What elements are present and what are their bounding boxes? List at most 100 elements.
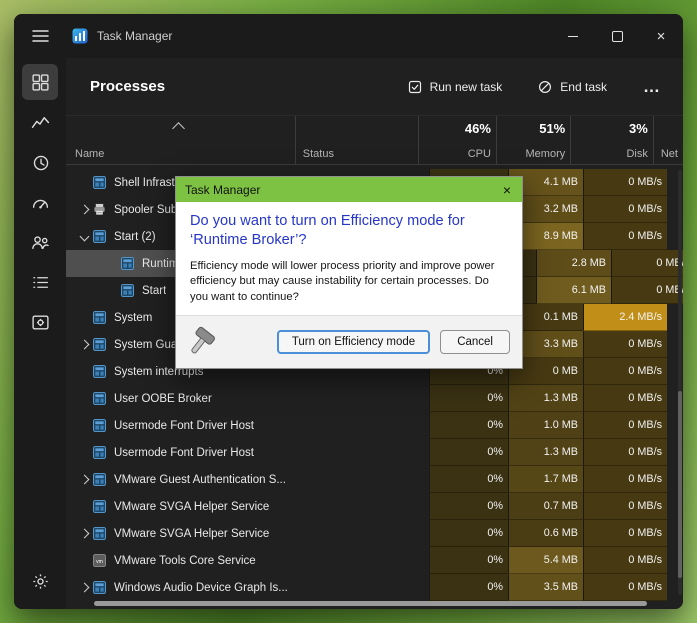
cpu-column-label: CPU: [424, 148, 491, 160]
sidebar-item-users[interactable]: [22, 224, 58, 260]
titlebar[interactable]: Task Manager ×: [14, 14, 683, 58]
disk-cell: 0 MB/s: [583, 331, 667, 358]
process-name: User OOBE Broker: [114, 393, 212, 405]
dialog-close-button[interactable]: ×: [492, 177, 522, 202]
memory-column-label: Memory: [502, 148, 565, 160]
vmware-icon: vm: [93, 554, 107, 568]
window-controls: ×: [551, 14, 683, 58]
sidebar-item-app-history[interactable]: [22, 144, 58, 180]
app-window-icon: [93, 419, 107, 433]
app-window-icon: [93, 230, 107, 244]
cpu-total-percent: 46%: [465, 121, 491, 136]
process-name-cell: vmVMware Tools Core Service: [66, 547, 309, 574]
gear-icon: [31, 572, 50, 591]
chevron-right-icon[interactable]: [75, 530, 93, 537]
dialog-titlebar[interactable]: Task Manager ×: [176, 177, 522, 202]
process-name: VMware SVGA Helper Service: [114, 528, 269, 540]
chevron-right-icon[interactable]: [75, 341, 93, 348]
memory-cell: 1.7 MB: [508, 466, 583, 493]
vertical-scrollbar-thumb[interactable]: [678, 391, 682, 578]
chevron-right-icon[interactable]: [75, 206, 93, 213]
disk-cell: 0 MB/s: [583, 439, 667, 466]
close-button[interactable]: ×: [639, 14, 683, 58]
network-column-label: Net: [661, 148, 678, 160]
menu-button[interactable]: [22, 18, 58, 54]
sidebar-item-startup-apps[interactable]: [22, 184, 58, 220]
close-icon: ×: [657, 29, 666, 44]
process-name-cell: VMware SVGA Helper Service: [66, 493, 309, 520]
process-row[interactable]: Usermode Font Driver Host0%1.3 MB0 MB/s: [66, 439, 683, 466]
status-column-label: Status: [303, 148, 413, 160]
cpu-cell: 0%: [429, 439, 508, 466]
process-row[interactable]: vmVMware Tools Core Service0%5.4 MB0 MB/…: [66, 547, 683, 574]
settings-button[interactable]: [22, 563, 58, 599]
horizontal-scrollbar[interactable]: [94, 601, 647, 606]
minimize-button[interactable]: [551, 14, 595, 58]
disk-total-percent: 3%: [629, 121, 648, 136]
process-name-cell: VMware SVGA Helper Service: [66, 520, 309, 547]
turn-on-efficiency-mode-button[interactable]: Turn on Efficiency mode: [277, 330, 430, 354]
disk-cell: 0 MB/s: [583, 412, 667, 439]
dialog-content: Do you want to turn on Efficiency mode f…: [176, 202, 522, 306]
column-header-status[interactable]: Status: [295, 116, 418, 164]
sidebar-item-details[interactable]: [22, 264, 58, 300]
task-manager-app-icon: [72, 28, 88, 44]
more-options-button[interactable]: …: [637, 82, 667, 92]
process-name-cell: Usermode Font Driver Host: [66, 412, 309, 439]
column-header-memory[interactable]: 51% Memory: [496, 116, 570, 164]
dialog-heading: Do you want to turn on Efficiency mode f…: [190, 212, 508, 251]
dialog-body-text: Efficiency mode will lower process prior…: [190, 259, 508, 307]
window-title: Task Manager: [97, 29, 172, 43]
app-window-icon: [93, 365, 107, 379]
column-header-name[interactable]: Name: [66, 116, 295, 164]
column-header-disk[interactable]: 3% Disk: [570, 116, 653, 164]
app-history-icon: [31, 153, 50, 172]
process-name-cell: Usermode Font Driver Host: [66, 439, 309, 466]
cpu-cell: 0%: [429, 493, 508, 520]
hamburger-icon: [32, 29, 49, 43]
memory-cell: 5.4 MB: [508, 547, 583, 574]
process-name: System: [114, 312, 152, 324]
process-row[interactable]: VMware SVGA Helper Service0%0.7 MB0 MB/s: [66, 493, 683, 520]
vertical-scrollbar-track[interactable]: [678, 170, 682, 595]
run-new-task-icon: [408, 80, 422, 94]
processes-icon: [31, 73, 50, 92]
sidebar-item-processes[interactable]: [22, 64, 58, 100]
disk-cell: 0 MB/s: [583, 385, 667, 412]
sidebar-item-services[interactable]: [22, 304, 58, 340]
memory-cell: 6.1 MB: [536, 277, 611, 304]
column-header-network[interactable]: Net: [653, 116, 683, 164]
process-name: Start (2): [114, 231, 156, 243]
app-window-icon: [121, 257, 135, 271]
disk-cell: 0 MB/s: [611, 277, 683, 304]
chevron-right-icon[interactable]: [75, 584, 93, 591]
process-name: VMware SVGA Helper Service: [114, 501, 269, 513]
memory-cell: 1.0 MB: [508, 412, 583, 439]
minimize-icon: [568, 36, 578, 37]
process-row[interactable]: VMware Guest Authentication S...0%1.7 MB…: [66, 466, 683, 493]
disk-cell: 0 MB/s: [583, 520, 667, 547]
end-task-button[interactable]: End task: [532, 79, 613, 95]
process-row[interactable]: VMware SVGA Helper Service0%0.6 MB0 MB/s: [66, 520, 683, 547]
process-row[interactable]: Windows Audio Device Graph Is...0%3.5 MB…: [66, 574, 683, 601]
sidebar-item-performance[interactable]: [22, 104, 58, 140]
process-row[interactable]: Usermode Font Driver Host0%1.0 MB0 MB/s: [66, 412, 683, 439]
run-new-task-button[interactable]: Run new task: [402, 79, 509, 95]
services-icon: [31, 313, 50, 332]
chevron-right-icon[interactable]: [75, 476, 93, 483]
end-task-icon: [538, 80, 552, 94]
process-row[interactable]: User OOBE Broker0%1.3 MB0 MB/s: [66, 385, 683, 412]
memory-cell: 2.8 MB: [536, 250, 611, 277]
disk-cell: 2.4 MB/s: [583, 304, 667, 331]
memory-total-percent: 51%: [539, 121, 565, 136]
chevron-down-icon[interactable]: [75, 233, 93, 240]
disk-cell: 0 MB/s: [583, 466, 667, 493]
status-cell: [309, 439, 429, 466]
cpu-cell: 0%: [429, 547, 508, 574]
cancel-button[interactable]: Cancel: [440, 330, 510, 354]
maximize-button[interactable]: [595, 14, 639, 58]
memory-cell: 0.6 MB: [508, 520, 583, 547]
status-cell: [309, 466, 429, 493]
column-header-cpu[interactable]: 46% CPU: [418, 116, 496, 164]
printer-icon: [93, 203, 107, 217]
